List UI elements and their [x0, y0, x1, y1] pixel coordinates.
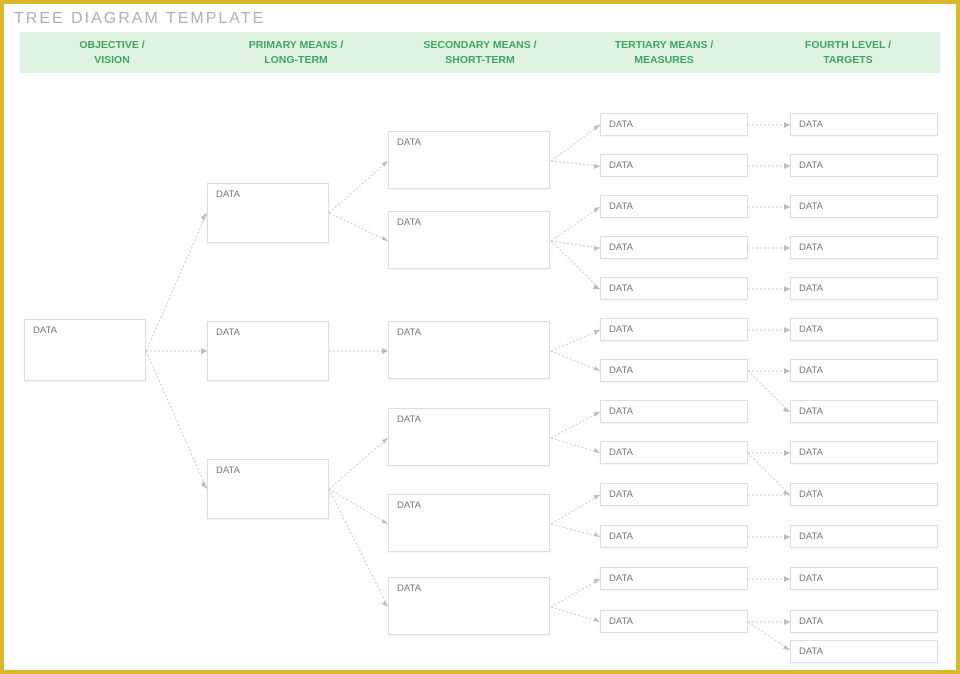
node-fourth[interactable]: DATA: [790, 318, 938, 341]
node-secondary[interactable]: DATA: [388, 131, 550, 189]
node-fourth[interactable]: DATA: [790, 483, 938, 506]
header-label: SECONDARY MEANS /: [423, 39, 536, 51]
node-tertiary[interactable]: DATA: [600, 441, 748, 464]
header-label: LONG-TERM: [264, 54, 328, 66]
node-tertiary[interactable]: DATA: [600, 525, 748, 548]
node-fourth[interactable]: DATA: [790, 567, 938, 590]
node-tertiary[interactable]: DATA: [600, 113, 748, 136]
node-secondary[interactable]: DATA: [388, 494, 550, 552]
node-fourth[interactable]: DATA: [790, 441, 938, 464]
node-fourth[interactable]: DATA: [790, 154, 938, 177]
header-label: FOURTH LEVEL /: [805, 39, 891, 51]
header-tertiary: TERTIARY MEANS / MEASURES: [572, 36, 756, 69]
header-label: SHORT-TERM: [445, 54, 514, 66]
node-fourth[interactable]: DATA: [790, 277, 938, 300]
column-headers: OBJECTIVE / VISION PRIMARY MEANS / LONG-…: [20, 32, 940, 73]
header-primary: PRIMARY MEANS / LONG-TERM: [204, 36, 388, 69]
node-tertiary[interactable]: DATA: [600, 236, 748, 259]
node-fourth[interactable]: DATA: [790, 525, 938, 548]
header-label: PRIMARY MEANS /: [249, 39, 344, 51]
node-fourth[interactable]: DATA: [790, 400, 938, 423]
page-title: TREE DIAGRAM TEMPLATE: [4, 4, 956, 32]
node-fourth[interactable]: DATA: [790, 195, 938, 218]
header-label: TARGETS: [823, 54, 872, 66]
header-secondary: SECONDARY MEANS / SHORT-TERM: [388, 36, 572, 69]
node-fourth[interactable]: DATA: [790, 610, 938, 633]
header-label: TERTIARY MEANS /: [615, 39, 714, 51]
node-tertiary[interactable]: DATA: [600, 154, 748, 177]
header-label: VISION: [94, 54, 130, 66]
node-root[interactable]: DATA: [24, 319, 146, 381]
node-tertiary[interactable]: DATA: [600, 483, 748, 506]
node-tertiary[interactable]: DATA: [600, 610, 748, 633]
node-tertiary[interactable]: DATA: [600, 195, 748, 218]
node-tertiary[interactable]: DATA: [600, 277, 748, 300]
header-fourth: FOURTH LEVEL / TARGETS: [756, 36, 940, 69]
node-tertiary[interactable]: DATA: [600, 567, 748, 590]
node-tertiary[interactable]: DATA: [600, 359, 748, 382]
node-fourth[interactable]: DATA: [790, 640, 938, 663]
header-label: OBJECTIVE /: [79, 39, 144, 51]
node-secondary[interactable]: DATA: [388, 211, 550, 269]
header-objective: OBJECTIVE / VISION: [20, 36, 204, 69]
node-tertiary[interactable]: DATA: [600, 400, 748, 423]
node-secondary[interactable]: DATA: [388, 321, 550, 379]
node-secondary[interactable]: DATA: [388, 577, 550, 635]
node-primary[interactable]: DATA: [207, 183, 329, 243]
node-fourth[interactable]: DATA: [790, 359, 938, 382]
node-primary[interactable]: DATA: [207, 321, 329, 381]
header-label: MEASURES: [634, 54, 694, 66]
node-fourth[interactable]: DATA: [790, 236, 938, 259]
node-tertiary[interactable]: DATA: [600, 318, 748, 341]
diagram-canvas: DATA DATA DATA DATA DATA DATA DATA DATA …: [4, 73, 956, 673]
node-secondary[interactable]: DATA: [388, 408, 550, 466]
node-primary[interactable]: DATA: [207, 459, 329, 519]
node-fourth[interactable]: DATA: [790, 113, 938, 136]
